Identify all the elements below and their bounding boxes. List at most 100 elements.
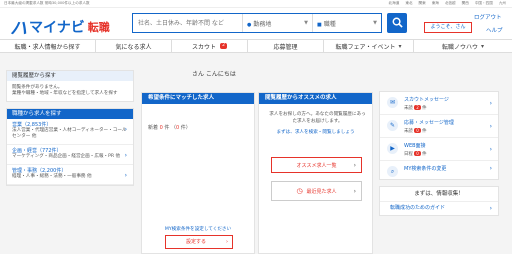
recently-viewed-button[interactable]: ◷ 最近見た求人 › [271,181,362,201]
recommended-list-button[interactable]: オススメ求人一覧 › [271,157,362,173]
location-select[interactable]: ● 勤務地 ▼ [243,14,313,32]
region-link[interactable]: 関西 [462,1,469,5]
chevron-right-icon: › [489,123,492,130]
chevron-right-icon: › [226,239,228,245]
chevron-down-icon: ▼ [304,20,308,26]
recommended-jobs-link[interactable]: まずは、求人を検索・閲覧しましょう [259,125,372,135]
location-pin-icon: ● [247,21,252,28]
scout-count-badge: 2 [220,43,227,49]
chevron-right-icon: › [353,161,356,169]
chevron-right-icon: › [124,172,127,179]
schedule-count: 0 [414,151,421,156]
jobtype-search-title: 職種から求人を探す [7,109,133,119]
set-conditions-button[interactable]: 設定する › [165,235,233,249]
chevron-right-icon: › [489,165,492,172]
location-select-label: 勤務地 [253,20,272,28]
nav-item-favorites[interactable]: 気になる求人 [96,40,172,52]
user-welcome-box[interactable]: ようこそ、さん [424,22,472,33]
category-desc: マーケティング・商品企画・経営企画・広報・PR 他 [12,154,121,159]
jobtype-category-item[interactable]: 企画・経営（772件） マーケティング・商品企画・経営企画・広報・PR 他 › [7,145,133,165]
recently-viewed-label: 最近見た求人 [306,188,337,195]
recommended-jobs-title: 閲覧履歴からオススメの求人 [259,93,372,104]
notice-text: 日本最大級の掲載求人数 常時30,000件以上の求人数 [4,1,90,5]
occupation-select[interactable]: ■ 職種 ▼ [313,14,381,32]
nav-item-knowhow[interactable]: 転職ノウハウ ▾ [414,40,512,52]
global-nav: 転職・求人情報から探す 気になる求人 スカウト 2 応募管理 転職フェア・イベント… [0,39,512,53]
clock-icon: ◷ [296,187,303,195]
chevron-right-icon: › [489,205,492,212]
occupation-select-label: 職種 [323,20,336,28]
history-search-title: 閲覧履歴から探す [7,71,133,81]
nav-label: 気になる求人 [115,43,152,51]
item-title: スカウトメッセージ [404,97,449,103]
all-count: 0 [176,125,180,131]
scout-messages-item[interactable]: ✉ スカウトメッセージ 未読 2 件 › [380,92,498,115]
my-search-settings-item[interactable]: ⌕ MY検索条件の変更 › [380,161,498,179]
nav-label: 応募管理 [273,43,298,51]
nav-label: 転職ノウハウ [441,43,478,51]
schedule-label: 日程 [404,152,413,157]
logo-tenshoku: 転職 [87,20,110,34]
jobtype-category-item[interactable]: 営業（2,853件） 法人営業・代理店営業・人材コーディネーター・コールセンター… [7,119,133,145]
recommended-jobs-text: 求人をお探しの方へ。あなたの閲覧履歴にあった求人をお届けします。 [269,112,366,124]
item-title: MY検索条件の変更 [404,166,447,172]
unread-label: 未読 [404,106,413,111]
greeting-text: さん こんにちは [192,71,236,78]
item-sub: 日程 0 件 [404,151,498,157]
career-guide-label: 転職成功のためのガイド [390,205,446,211]
search-icon: ⌕ [387,166,398,177]
site-logo[interactable]: ハ マイナビ 転職 [10,14,110,39]
career-guide-link[interactable]: 転職成功のためのガイド › [380,202,498,215]
matched-jobs-stats: 新着 0 件 （0 件） [148,125,191,131]
application-messages-item[interactable]: ✎ 応募・メッセージ管理 未読 0 件 › [380,115,498,138]
history-search-body: 閲覧条件がありません。 業種や職種・地域・年収などを指定して求人を探す [7,81,133,101]
search-icon [392,17,403,28]
count-unit: 件 [180,125,186,131]
web-interview-item[interactable]: ▶ WEB面接 日程 0 件 › [380,138,498,161]
search-bar: ●勤務地 ▼ ■職種 ▼ [132,13,382,33]
item-sub: 未読 2 件 [404,105,498,111]
region-link[interactable]: 北信越 [445,1,456,5]
new-count: 0 [159,125,163,131]
item-sub: 未読 0 件 [404,128,498,134]
info-card: まずは、情報収集！ 転職成功のためのガイド › [379,186,499,216]
new-label: 新着 [148,125,159,131]
messages-card: ✉ スカウトメッセージ 未読 2 件 › ✎ 応募・メッセージ管理 未読 0 件… [379,91,499,180]
set-conditions-label: 設定する [185,239,206,245]
chevron-right-icon: › [489,146,492,153]
chevron-right-icon: › [353,187,356,195]
nav-item-search-jobs[interactable]: 転職・求人情報から探す [0,40,96,52]
region-link[interactable]: 関東 [419,1,426,5]
nav-item-fair-event[interactable]: 転職フェア・イベント ▾ [324,40,414,52]
unread-label: 未読 [404,129,413,134]
region-link[interactable]: 九州 [499,1,506,5]
logout-link[interactable]: ログアウト [474,13,502,21]
logo-name: マイナビ [29,19,85,36]
video-icon: ▶ [387,143,398,154]
jobtype-search-card: 職種から求人を探す 営業（2,853件） 法人営業・代理店営業・人材コーディネー… [6,108,134,186]
chevron-down-icon: ▾ [481,42,485,50]
region-link[interactable]: 東北 [405,1,412,5]
info-card-title: まずは、情報収集！ [380,187,498,202]
region-link[interactable]: 東海 [432,1,439,5]
chevron-down-icon: ▼ [373,20,377,26]
region-link[interactable]: 中国・四国 [475,1,493,5]
region-link[interactable]: 北海道 [389,1,400,5]
chat-icon: ✎ [387,120,398,131]
item-title: 応募・メッセージ管理 [404,120,454,126]
nav-item-scout[interactable]: スカウト 2 [172,40,248,52]
chevron-right-icon: › [124,152,127,159]
unread-count: 0 [414,128,421,133]
nav-label: 転職フェア・イベント [335,43,396,51]
help-link[interactable]: ヘルプ [486,26,503,34]
nav-item-applications[interactable]: 応募管理 [248,40,324,52]
item-title: WEB面接 [404,143,426,149]
chevron-down-icon: ▾ [398,42,402,50]
sidebar: 閲覧履歴から探す 閲覧条件がありません。 業種や職種・地域・年収などを指定して求… [6,70,134,254]
keyword-search-input[interactable] [133,14,243,32]
count-unit: 件 [422,152,427,157]
search-button[interactable] [387,13,407,33]
recommended-jobs-panel: 閲覧履歴からオススメの求人 求人をお探しの方へ。あなたの閲覧履歴にあった求人をお… [258,92,373,254]
jobtype-category-item[interactable]: 管理・事務（2,200件） 経理・人事・総務・法務・一般事務 他 › [7,165,133,185]
logo-mark: ハ [10,19,27,39]
